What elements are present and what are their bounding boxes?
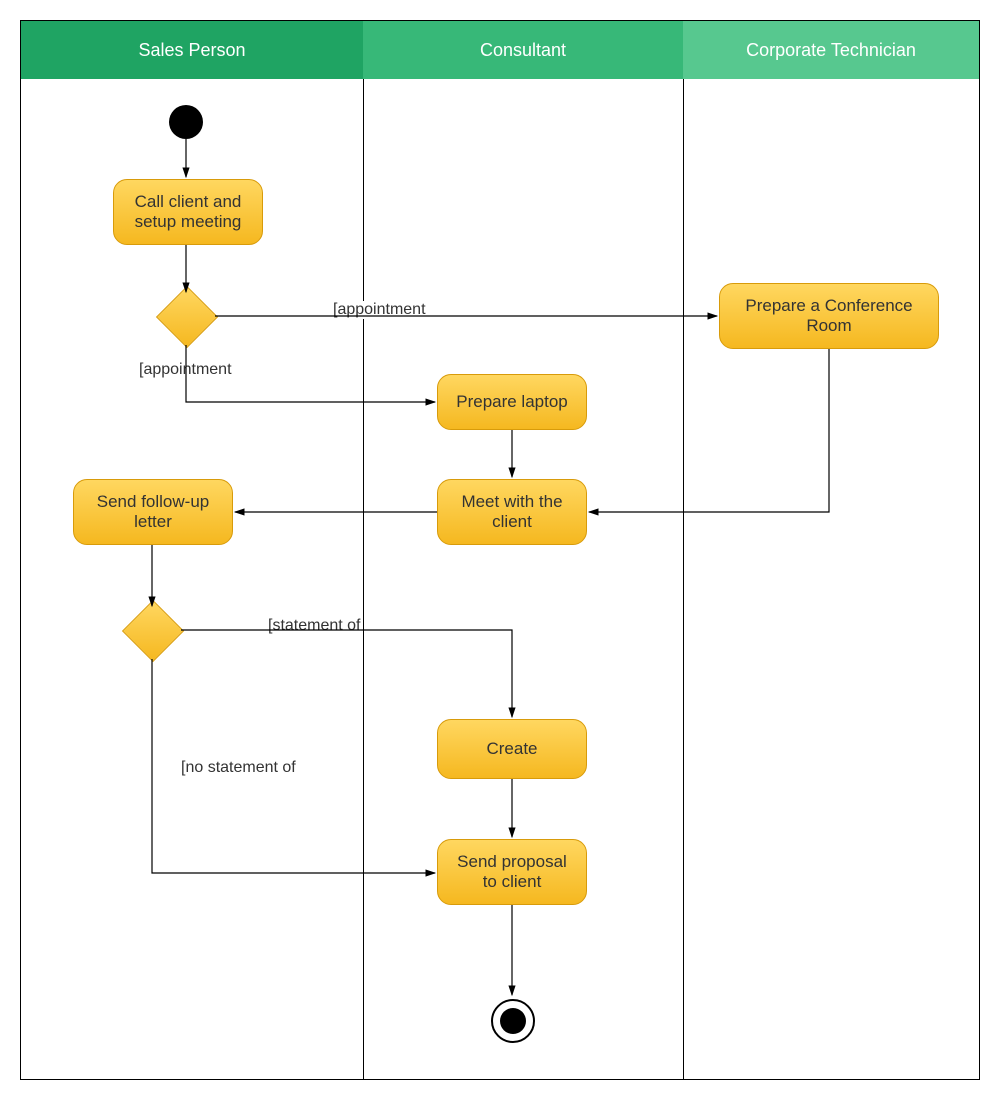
edge-label-appointment-1: [appointment	[331, 301, 428, 319]
decision-1	[156, 286, 218, 348]
end-node	[491, 999, 535, 1043]
start-node	[169, 105, 203, 139]
swimlane-body: Call client and setup meeting Prepare a …	[21, 79, 979, 1079]
activity-follow-up: Send follow-up letter	[73, 479, 233, 545]
activity-call-client: Call client and setup meeting	[113, 179, 263, 245]
edge-label-no-statement: [no statement of	[179, 759, 298, 777]
activity-meet-client: Meet with the client	[437, 479, 587, 545]
lane-header-sales: Sales Person	[21, 21, 363, 79]
activity-prepare-conf: Prepare a Conference Room	[719, 283, 939, 349]
lane-divider	[363, 79, 364, 1079]
activity-send-proposal: Send proposal to client	[437, 839, 587, 905]
lane-divider	[683, 79, 684, 1079]
activity-diagram: Sales Person Consultant Corporate Techni…	[20, 20, 980, 1080]
swimlane-header: Sales Person Consultant Corporate Techni…	[21, 21, 979, 79]
lane-header-consultant: Consultant	[363, 21, 683, 79]
decision-2	[122, 600, 184, 662]
lane-header-technician: Corporate Technician	[683, 21, 979, 79]
activity-create: Create	[437, 719, 587, 779]
activity-prepare-laptop: Prepare laptop	[437, 374, 587, 430]
edge-label-appointment-2: [appointment	[137, 361, 234, 379]
edge-label-statement: [statement of	[266, 617, 363, 635]
end-node-inner	[500, 1008, 526, 1034]
